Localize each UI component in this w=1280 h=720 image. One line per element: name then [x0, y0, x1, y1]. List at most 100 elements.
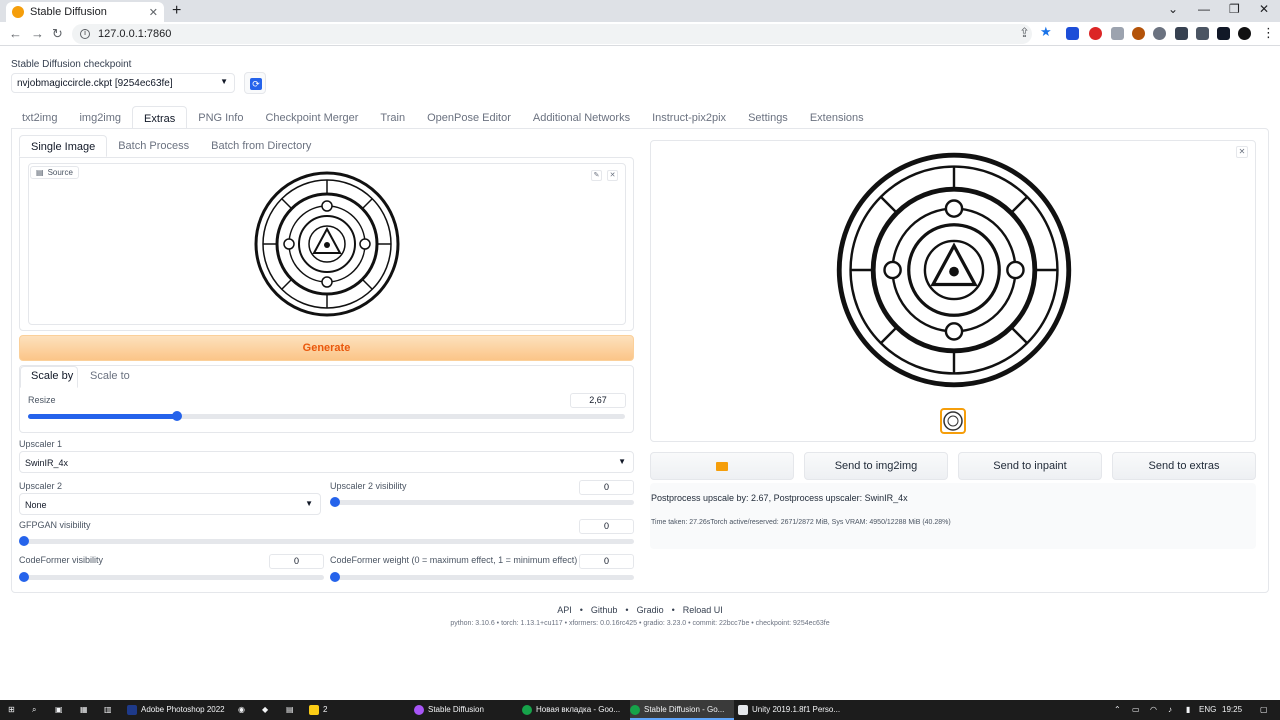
notepad-icon[interactable]: ▤: [286, 700, 294, 720]
clear-image-icon[interactable]: ✕: [607, 170, 618, 181]
calculator-icon[interactable]: ▦: [80, 700, 88, 720]
codeformer-weight-slider[interactable]: [330, 572, 634, 582]
clock[interactable]: 19:25: [1222, 700, 1242, 720]
gfpgan-input[interactable]: 0: [579, 519, 634, 534]
extensions-puzzle-icon[interactable]: [1196, 27, 1209, 40]
footer-versions: python: 3.10.6 • torch: 1.13.1+cu117 • x…: [450, 620, 830, 627]
tab-img2img[interactable]: img2img: [68, 106, 132, 129]
tab-txt2img[interactable]: txt2img: [11, 106, 68, 129]
refresh-checkpoint-button[interactable]: ⟳: [244, 72, 266, 94]
send-to-img2img-button[interactable]: Send to img2img: [804, 452, 948, 480]
generate-button[interactable]: Generate: [19, 335, 634, 361]
send-to-inpaint-button[interactable]: Send to inpaint: [958, 452, 1102, 480]
forward-icon[interactable]: →: [31, 26, 44, 41]
extension-shield-icon[interactable]: [1111, 27, 1124, 40]
taskbar-chrome-stable-diffusion[interactable]: Stable Diffusion - Go...: [630, 700, 734, 720]
language-indicator[interactable]: ENG: [1199, 700, 1216, 720]
obs-icon[interactable]: ◉: [238, 700, 245, 720]
search-icon[interactable]: ⌕: [32, 700, 36, 720]
share-icon[interactable]: ⇪: [1019, 25, 1030, 41]
close-tab-icon[interactable]: ✕: [149, 6, 158, 19]
tab-search-chevron-icon[interactable]: ⌄: [1168, 2, 1178, 16]
notifications-icon[interactable]: ▢: [1260, 700, 1268, 720]
extension-cookie-icon[interactable]: [1132, 27, 1145, 40]
upscaler2-visibility-input[interactable]: 0: [579, 480, 634, 495]
footer-link-api[interactable]: API: [557, 605, 572, 615]
gfpgan-slider[interactable]: [19, 536, 634, 546]
upscaler2-select[interactable]: None ▼: [19, 493, 321, 515]
footer-link-gradio[interactable]: Gradio: [637, 605, 664, 615]
codeformer-visibility-input[interactable]: 0: [269, 554, 324, 569]
taskbar-chrome-new-tab[interactable]: Новая вкладка - Goo...: [522, 700, 626, 720]
footer-link-reload-ui[interactable]: Reload UI: [683, 605, 723, 615]
tab-checkpoint-merger[interactable]: Checkpoint Merger: [254, 106, 369, 129]
codeformer-visibility-slider[interactable]: [19, 572, 324, 582]
side-panel-icon[interactable]: [1217, 27, 1230, 40]
new-tab-button[interactable]: +: [172, 2, 181, 20]
tab-single-image[interactable]: Single Image: [19, 135, 108, 157]
tab-openpose-editor[interactable]: OpenPose Editor: [416, 106, 522, 129]
tab-train[interactable]: Train: [369, 106, 416, 129]
window-close-icon[interactable]: ✕: [1259, 2, 1269, 16]
site-info-icon[interactable]: i: [80, 29, 90, 39]
taskbar-photoshop[interactable]: Adobe Photoshop 2022: [127, 700, 227, 720]
network-icon[interactable]: ▭: [1132, 700, 1140, 720]
tab-settings[interactable]: Settings: [737, 106, 799, 129]
codeformer-weight-input[interactable]: 0: [579, 554, 634, 569]
footer-link-github[interactable]: Github: [591, 605, 618, 615]
resize-slider[interactable]: [28, 411, 625, 421]
address-bar-row: ← → ↻ i 127.0.0.1:7860 ⇪ ★ ⋮: [0, 22, 1280, 46]
bookmark-star-icon[interactable]: ★: [1040, 24, 1052, 40]
url-bar[interactable]: i 127.0.0.1:7860: [72, 24, 1032, 44]
send-to-extras-button[interactable]: Send to extras: [1112, 452, 1256, 480]
tab-extensions[interactable]: Extensions: [799, 106, 875, 129]
tab-instruct-pix2pix[interactable]: Instruct-pix2pix: [641, 106, 737, 129]
codeformer-weight-thumb[interactable]: [330, 572, 340, 582]
extension-globe-icon[interactable]: [1153, 27, 1166, 40]
taskbar-folder-2[interactable]: 2: [309, 700, 409, 720]
tab-batch-from-directory[interactable]: Batch from Directory: [200, 135, 322, 157]
upscaler2-label: Upscaler 2: [19, 481, 63, 491]
extension-opera-icon[interactable]: [1089, 27, 1102, 40]
browser-tab[interactable]: Stable Diffusion ✕: [6, 2, 164, 22]
file-explorer-icon[interactable]: ▥: [104, 700, 112, 720]
tray-chevron-icon[interactable]: ⌃: [1114, 700, 1121, 720]
wifi-icon[interactable]: ◠: [1150, 700, 1157, 720]
browser-menu-icon[interactable]: ⋮: [1262, 25, 1275, 41]
photoshop-icon: [127, 705, 137, 715]
gfpgan-slider-thumb[interactable]: [19, 536, 29, 546]
tab-scale-by[interactable]: Scale by: [31, 370, 73, 382]
task-view-icon[interactable]: ▣: [55, 700, 63, 720]
close-gallery-icon[interactable]: ✕: [1236, 146, 1248, 158]
taskbar-unity[interactable]: Unity 2019.1.8f1 Perso...: [738, 700, 842, 720]
blender-icon[interactable]: ◆: [262, 700, 268, 720]
tab-scale-to[interactable]: Scale to: [90, 370, 130, 382]
profile-avatar[interactable]: [1238, 27, 1251, 40]
battery-icon[interactable]: ▮: [1186, 700, 1190, 720]
reload-icon[interactable]: ↻: [52, 26, 63, 42]
volume-icon[interactable]: ♪: [1168, 700, 1172, 720]
tab-extras[interactable]: Extras: [132, 106, 188, 129]
edit-icon[interactable]: ✎: [591, 170, 602, 181]
upscaler2-visibility-thumb[interactable]: [330, 497, 340, 507]
windows-start-icon[interactable]: ⊞: [8, 700, 15, 720]
extension-new-icon[interactable]: [1066, 27, 1079, 40]
restore-icon[interactable]: ❐: [1229, 2, 1240, 16]
taskbar-stable-diffusion[interactable]: Stable Diffusion: [414, 700, 518, 720]
checkpoint-select[interactable]: nvjobmagiccircle.ckpt [9254ec63fe] ▼: [11, 73, 235, 93]
tab-batch-process[interactable]: Batch Process: [107, 135, 200, 157]
open-folder-button[interactable]: [650, 452, 794, 480]
extension-lock-icon[interactable]: [1175, 27, 1188, 40]
upscaler1-select[interactable]: SwinIR_4x ▼: [19, 451, 634, 473]
tab-png-info[interactable]: PNG Info: [187, 106, 254, 129]
codeformer-visibility-thumb[interactable]: [19, 572, 29, 582]
tab-additional-networks[interactable]: Additional Networks: [522, 106, 641, 129]
minimize-icon[interactable]: —: [1198, 2, 1210, 16]
upscaler2-visibility-slider[interactable]: [330, 497, 634, 507]
main-tabs: txt2img img2img Extras PNG Info Checkpoi…: [11, 106, 875, 129]
chevron-down-icon: ▼: [618, 457, 626, 466]
back-icon[interactable]: ←: [9, 26, 22, 41]
gallery-thumbnail[interactable]: [940, 408, 966, 434]
resize-input[interactable]: 2,67: [570, 393, 626, 408]
output-image[interactable]: [836, 152, 1072, 388]
